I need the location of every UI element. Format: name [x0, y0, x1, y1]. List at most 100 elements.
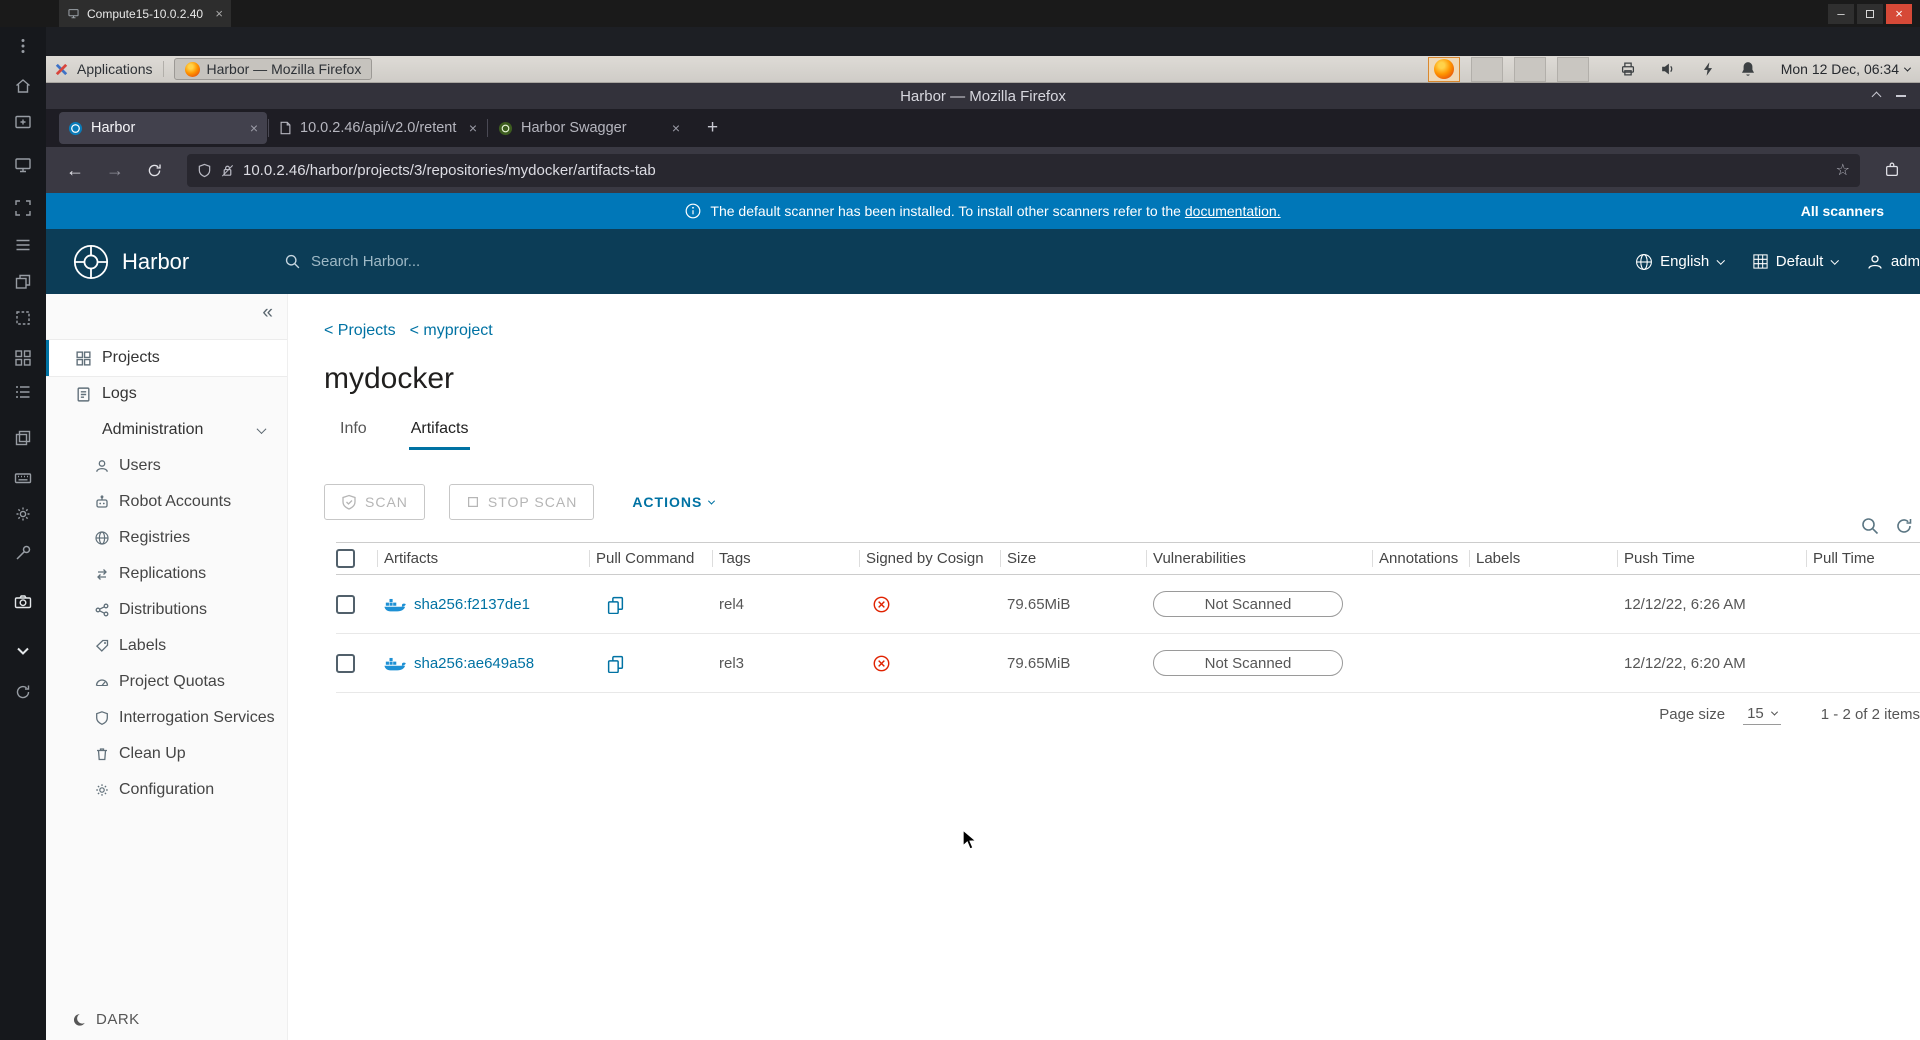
tab-artifacts[interactable]: Artifacts: [408, 420, 471, 450]
tools-wrench-icon[interactable]: [0, 543, 46, 563]
scan-button[interactable]: SCAN: [324, 484, 425, 520]
tab-info[interactable]: Info: [338, 420, 369, 450]
sidebar-item-configuration[interactable]: Configuration: [46, 772, 287, 808]
column-header-pull-command[interactable]: Pull Command: [589, 543, 719, 574]
select-all-checkbox[interactable]: [336, 549, 355, 568]
sidebar-item-administration[interactable]: Administration: [46, 412, 287, 448]
remote-session-tab[interactable]: Compute15-10.0.2.40 ×: [59, 0, 231, 27]
copy-pull-command-icon[interactable]: [606, 595, 625, 614]
close-icon[interactable]: ×: [215, 6, 223, 21]
global-search[interactable]: [284, 253, 571, 270]
breadcrumb-myproject[interactable]: < myproject: [410, 322, 493, 340]
column-header-artifacts[interactable]: Artifacts: [377, 543, 596, 574]
refresh-icon[interactable]: [1894, 516, 1914, 536]
bookmark-star-icon[interactable]: ☆: [1836, 160, 1850, 180]
sidebar-item-registries[interactable]: Registries: [46, 520, 287, 556]
close-tab-icon[interactable]: ×: [469, 120, 477, 136]
tracking-shield-icon[interactable]: [197, 163, 212, 178]
brand-name[interactable]: Harbor: [122, 249, 189, 275]
close-tab-icon[interactable]: ×: [672, 120, 680, 136]
documentation-link[interactable]: documentation.: [1185, 203, 1281, 219]
extensions-icon[interactable]: [1876, 162, 1908, 178]
browser-tab-api[interactable]: 10.0.2.46/api/v2.0/retent ×: [270, 112, 486, 144]
monitor-icon[interactable]: [0, 155, 46, 175]
clone-panel-icon[interactable]: [0, 428, 46, 448]
all-scanners-link[interactable]: All scanners: [1801, 203, 1884, 219]
minimize-button[interactable]: –: [1828, 3, 1854, 24]
breadcrumb-projects[interactable]: < Projects: [324, 322, 396, 340]
search-icon[interactable]: [1860, 516, 1880, 536]
taskbar-active-app[interactable]: [1427, 56, 1460, 82]
connection-not-secure-icon[interactable]: [220, 163, 235, 178]
sidebar-item-replications[interactable]: Replications: [46, 556, 287, 592]
keyboard-icon[interactable]: [0, 468, 46, 488]
column-header-pull-time[interactable]: Pull Time: [1806, 543, 1920, 574]
actions-dropdown[interactable]: ACTIONS: [632, 494, 716, 510]
language-selector[interactable]: English: [1635, 253, 1725, 271]
sidebar-item-distributions[interactable]: Distributions: [46, 592, 287, 628]
user-menu[interactable]: adm: [1866, 253, 1920, 271]
dark-mode-toggle[interactable]: DARK: [72, 1011, 140, 1028]
power-icon[interactable]: [1699, 60, 1717, 78]
menu-lines-icon[interactable]: [0, 235, 46, 255]
window-restore-icon[interactable]: [0, 272, 46, 292]
notifications-bell-icon[interactable]: [1739, 60, 1757, 78]
list-icon[interactable]: [0, 382, 46, 402]
row-checkbox[interactable]: [336, 653, 355, 673]
harbor-logo[interactable]: [72, 243, 110, 281]
chevron-down-icon[interactable]: [0, 641, 46, 661]
fullscreen-icon[interactable]: [0, 198, 46, 218]
browser-tab-swagger[interactable]: Harbor Swagger ×: [489, 112, 689, 144]
volume-icon[interactable]: [1659, 60, 1677, 78]
row-checkbox[interactable]: [336, 594, 355, 614]
new-window-icon[interactable]: [0, 112, 46, 132]
restore-icon[interactable]: [1871, 91, 1882, 101]
copy-pull-command-icon[interactable]: [606, 654, 625, 673]
reload-button[interactable]: [138, 162, 171, 179]
artifact-digest-link[interactable]: sha256:ae649a58: [414, 655, 534, 672]
taskbar-empty-slot[interactable]: [1470, 56, 1503, 82]
camera-icon[interactable]: [0, 592, 46, 612]
distro-logo-icon[interactable]: [54, 62, 69, 77]
column-header-tags[interactable]: Tags: [712, 543, 866, 574]
sidebar-item-project-quotas[interactable]: Project Quotas: [46, 664, 287, 700]
grid-icon[interactable]: [0, 348, 46, 368]
home-icon[interactable]: [0, 76, 46, 96]
registry-selector[interactable]: Default: [1752, 253, 1839, 270]
maximize-button[interactable]: [1857, 3, 1883, 24]
selection-icon[interactable]: [0, 308, 46, 328]
column-header-signed[interactable]: Signed by Cosign: [859, 543, 1007, 574]
sidebar-item-projects[interactable]: Projects: [46, 340, 287, 376]
search-input[interactable]: [311, 253, 571, 270]
sidebar-item-labels[interactable]: Labels: [46, 628, 287, 664]
taskbar-empty-slot[interactable]: [1556, 56, 1589, 82]
close-tab-icon[interactable]: ×: [250, 120, 258, 136]
column-header-labels[interactable]: Labels: [1469, 543, 1624, 574]
column-header-size[interactable]: Size: [1000, 543, 1153, 574]
forward-button[interactable]: →: [98, 160, 132, 181]
browser-tab-harbor[interactable]: Harbor ×: [59, 112, 267, 144]
column-header-vulnerabilities[interactable]: Vulnerabilities: [1146, 543, 1379, 574]
column-header-annotations[interactable]: Annotations: [1372, 543, 1476, 574]
back-button[interactable]: ←: [58, 160, 92, 181]
stop-scan-button[interactable]: STOP SCAN: [448, 484, 595, 520]
applications-menu[interactable]: Applications: [77, 61, 153, 77]
taskbar-window-button[interactable]: Harbor — Mozilla Firefox: [173, 58, 373, 80]
collapse-sidebar-icon[interactable]: «: [262, 302, 273, 324]
kebab-menu-icon[interactable]: [0, 36, 46, 56]
page-size-select[interactable]: 15: [1743, 703, 1781, 725]
sidebar-item-clean-up[interactable]: Clean Up: [46, 736, 287, 772]
sync-icon[interactable]: [0, 682, 46, 702]
close-button[interactable]: ×: [1886, 3, 1912, 24]
printer-icon[interactable]: [1619, 60, 1637, 78]
sidebar-item-robot-accounts[interactable]: Robot Accounts: [46, 484, 287, 520]
sidebar-item-logs[interactable]: Logs: [46, 376, 287, 412]
column-header-push-time[interactable]: Push Time: [1617, 543, 1813, 574]
new-tab-button[interactable]: +: [699, 117, 726, 139]
minimize-icon[interactable]: [1896, 95, 1906, 97]
url-bar[interactable]: 10.0.2.46/harbor/projects/3/repositories…: [187, 153, 1860, 187]
artifact-digest-link[interactable]: sha256:f2137de1: [414, 596, 530, 613]
sidebar-item-interrogation-services[interactable]: Interrogation Services: [46, 700, 287, 736]
taskbar-empty-slot[interactable]: [1513, 56, 1546, 82]
sidebar-item-users[interactable]: Users: [46, 448, 287, 484]
